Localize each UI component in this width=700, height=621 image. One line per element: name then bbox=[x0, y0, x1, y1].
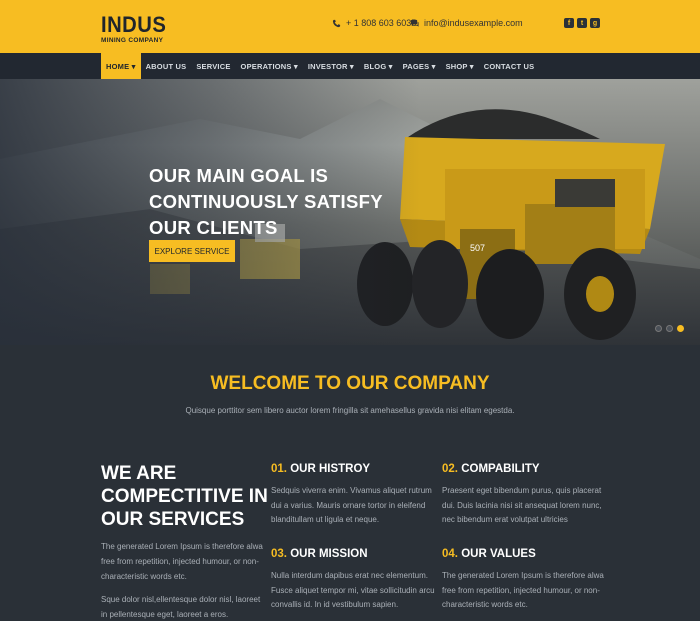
nav-item-blog[interactable]: BLOG ▾ bbox=[359, 53, 398, 79]
feature-text: Sedquis viverra enim. Vivamus aliquet ru… bbox=[271, 486, 432, 524]
twitter-icon[interactable]: t bbox=[577, 18, 587, 28]
phone-icon bbox=[332, 19, 341, 27]
nav-item-about[interactable]: ABOUT US bbox=[141, 53, 192, 79]
feature-mission: 03. OUR MISSION Nulla interdum dapibus e… bbox=[271, 548, 436, 613]
nav-item-shop[interactable]: SHOP ▾ bbox=[441, 53, 479, 79]
nav-item-investor[interactable]: INVESTOR ▾ bbox=[303, 53, 359, 79]
feature-title: 03. OUR MISSION bbox=[271, 548, 436, 560]
nav-items: HOME ▾ ABOUT US SERVICE OPERATIONS ▾ INV… bbox=[101, 53, 539, 79]
feature-title: 04. OUR VALUES bbox=[442, 548, 607, 560]
feature-number: 02. bbox=[442, 463, 458, 475]
feature-history: 01. OUR HISTROY Sedquis viverra enim. Vi… bbox=[271, 463, 436, 528]
about-text-1: The generated Lorem Ipsum is therefore a… bbox=[101, 542, 263, 581]
google-plus-icon[interactable]: g bbox=[590, 18, 600, 28]
feature-number: 04. bbox=[442, 548, 458, 560]
feature-title: 02. COMPABILITY bbox=[442, 463, 607, 475]
email-contact[interactable]: info@indusexample.com bbox=[410, 18, 523, 28]
nav-item-pages[interactable]: PAGES ▾ bbox=[398, 53, 441, 79]
feature-text: Praesent eget bibendum purus, quis place… bbox=[442, 486, 602, 524]
logo-title: INDUS bbox=[101, 12, 167, 37]
feature-title-text: COMPABILITY bbox=[461, 463, 540, 475]
nav-item-operations[interactable]: OPERATIONS ▾ bbox=[236, 53, 303, 79]
feature-values: 04. OUR VALUES The generated Lorem Ipsum… bbox=[442, 548, 607, 613]
hero-heading: OUR MAIN GOAL IS CONTINUOUSLY SATISFY OU… bbox=[149, 165, 383, 238]
welcome-title: WELCOME TO OUR COMPANY bbox=[210, 373, 490, 394]
feature-title-text: OUR MISSION bbox=[290, 548, 368, 560]
nav-item-contact[interactable]: CONTACT US bbox=[479, 53, 540, 79]
slider-dot-1[interactable] bbox=[655, 325, 662, 332]
feature-number: 03. bbox=[271, 548, 287, 560]
main-nav: HOME ▾ ABOUT US SERVICE OPERATIONS ▾ INV… bbox=[0, 53, 700, 79]
welcome-subtitle: Quisque porttitor sem libero auctor lore… bbox=[185, 406, 515, 415]
slider-dots bbox=[655, 325, 684, 332]
feature-title: 01. OUR HISTROY bbox=[271, 463, 436, 475]
about-text-2: Sque dolor nisl,ellentesque dolor nisl, … bbox=[101, 595, 261, 619]
nav-item-service[interactable]: SERVICE bbox=[191, 53, 235, 79]
top-header: INDUS MINING COMPANY + 1 808 603 6035 in… bbox=[0, 0, 700, 53]
chat-icon bbox=[410, 19, 419, 27]
about-heading: WE ARE COMPECTITIVE IN OUR SERVICES bbox=[101, 463, 268, 530]
feature-compability: 02. COMPABILITY Praesent eget bibendum p… bbox=[442, 463, 607, 528]
feature-title-text: OUR HISTROY bbox=[290, 463, 371, 475]
explore-service-button[interactable]: EXPLORE SERVICE bbox=[149, 240, 235, 262]
feature-text: The generated Lorem Ipsum is therefore a… bbox=[442, 571, 604, 609]
feature-title-text: OUR VALUES bbox=[461, 548, 536, 560]
slider-dot-2[interactable] bbox=[666, 325, 673, 332]
social-links: f t g bbox=[564, 18, 600, 28]
feature-text: Nulla interdum dapibus erat nec elementu… bbox=[271, 571, 435, 609]
logo-subtitle: MINING COMPANY bbox=[101, 37, 164, 44]
facebook-icon[interactable]: f bbox=[564, 18, 574, 28]
phone-number: + 1 808 603 6035 bbox=[346, 18, 417, 28]
logo[interactable]: INDUS MINING COMPANY bbox=[101, 12, 172, 45]
email-address: info@indusexample.com bbox=[424, 18, 523, 28]
phone-contact[interactable]: + 1 808 603 6035 bbox=[332, 18, 416, 28]
nav-item-home[interactable]: HOME ▾ bbox=[101, 53, 141, 79]
slider-dot-3-active[interactable] bbox=[677, 325, 684, 332]
feature-number: 01. bbox=[271, 463, 287, 475]
